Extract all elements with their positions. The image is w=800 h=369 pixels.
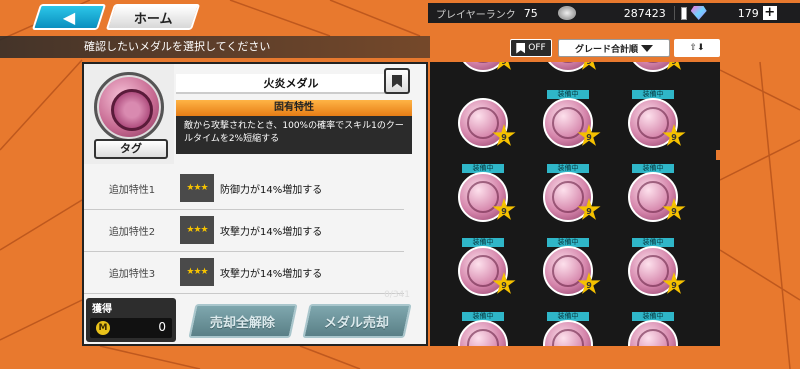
sell-medal-label: メダル売却 bbox=[324, 315, 390, 331]
home-label: ホーム bbox=[133, 11, 173, 27]
medal-grid-item[interactable]: 装備中9 bbox=[628, 238, 692, 298]
coin-counter bbox=[557, 6, 576, 20]
grade-value: 9 bbox=[671, 281, 677, 290]
trait-stars: ★★★ bbox=[180, 216, 214, 244]
trait-label: 追加特性3 bbox=[108, 268, 156, 280]
medal-grid-item[interactable]: 装備中9 bbox=[458, 164, 522, 224]
medal-grid-item[interactable]: 9 bbox=[543, 62, 607, 74]
trait-label: 追加特性2 bbox=[108, 226, 156, 238]
owned-field: M 0 bbox=[90, 318, 172, 338]
player-rank-label: プレイヤーランク bbox=[436, 9, 516, 21]
sort-order-icon: ⇧⬇ bbox=[689, 43, 705, 53]
unique-trait-description: 敵から攻撃されたとき、100%の確率でスキル1のクールタイムを2%短縮する bbox=[176, 116, 412, 154]
bookmark-filter-toggle[interactable]: OFF bbox=[510, 39, 552, 57]
unselect-all-button[interactable]: 売却全解除 bbox=[188, 304, 298, 338]
sell-medal-button[interactable]: メダル売却 bbox=[302, 304, 412, 338]
bookmark-filter-value: OFF bbox=[528, 43, 546, 53]
trait-row: 追加特性2 ★★★ 攻撃力が14%増加する bbox=[84, 212, 404, 252]
trait-label: 追加特性1 bbox=[108, 184, 156, 196]
bookmark-icon bbox=[392, 74, 402, 88]
grade-value: 9 bbox=[671, 207, 677, 216]
medal-grid-item[interactable]: 9 bbox=[628, 62, 692, 74]
medal-grid-item[interactable]: 9 bbox=[458, 62, 522, 74]
tag-button[interactable]: タグ bbox=[94, 139, 168, 159]
gauge-icon bbox=[680, 6, 687, 20]
back-button[interactable]: ◀ bbox=[31, 4, 107, 30]
grade-value: 9 bbox=[501, 207, 507, 216]
grade-value: 9 bbox=[671, 133, 677, 142]
medal-preview: タグ bbox=[84, 64, 174, 164]
owned-title: 獲得 bbox=[92, 304, 112, 315]
trait-row: 追加特性3 ★★★ 攻撃力が14%増加する bbox=[84, 254, 404, 294]
grade-value: 9 bbox=[586, 207, 592, 216]
medal-grid-item[interactable]: 装備中9 bbox=[543, 312, 607, 346]
grade-value: 9 bbox=[586, 62, 592, 66]
medal-grid-item[interactable]: 装備中9 bbox=[458, 238, 522, 298]
scroll-indicator[interactable] bbox=[716, 150, 720, 160]
medal-grid-item[interactable]: 9 bbox=[458, 90, 522, 150]
unselect-all-label: 売却全解除 bbox=[210, 315, 276, 331]
medal-coin-icon: M bbox=[96, 321, 110, 335]
gem-value: 179 bbox=[737, 6, 759, 20]
coin-value: 287423 bbox=[623, 6, 666, 20]
grade-value: 9 bbox=[586, 281, 592, 290]
instruction-text: 確認したいメダルを選択してください bbox=[0, 36, 430, 58]
trait-text: 防御力が14%増加する bbox=[220, 184, 323, 196]
add-gems-button[interactable]: + bbox=[762, 6, 777, 20]
player-status-bar: プレイヤーランク 75 287423 179 + bbox=[428, 3, 800, 23]
coin-icon bbox=[557, 6, 576, 20]
grade-value: 9 bbox=[671, 62, 677, 66]
sort-order-toggle[interactable]: ⇧⬇ bbox=[674, 39, 720, 57]
grade-value: 9 bbox=[501, 133, 507, 142]
unique-trait-header: 固有特性 bbox=[176, 100, 412, 116]
bookmark-icon bbox=[516, 42, 526, 54]
chevron-down-icon bbox=[641, 44, 653, 52]
medal-grid: 9999装備中9装備中9装備中9装備中9装備中9装備中9装備中9装備中9装備中9… bbox=[428, 62, 720, 346]
player-rank-value: 75 bbox=[523, 6, 538, 20]
owned-box: 獲得 M 0 bbox=[86, 298, 176, 342]
medal-thumbnail bbox=[458, 320, 508, 346]
back-arrow-icon: ◀ bbox=[62, 7, 76, 27]
trait-text: 攻撃力が14%増加する bbox=[220, 226, 323, 238]
medal-name: 火炎メダル bbox=[176, 74, 406, 94]
grade-value: 9 bbox=[586, 133, 592, 142]
medal-grid-item[interactable]: 装備中9 bbox=[628, 312, 692, 346]
grade-value: 9 bbox=[501, 281, 507, 290]
trait-row: 追加特性1 ★★★ 防御力が14%増加する bbox=[84, 170, 404, 210]
medal-grid-item[interactable]: 装備中9 bbox=[458, 312, 522, 346]
selected-count: 0/341 bbox=[384, 290, 410, 300]
gem-icon bbox=[690, 6, 707, 20]
medal-grid-item[interactable]: 装備中9 bbox=[543, 164, 607, 224]
divider bbox=[673, 6, 675, 20]
trait-stars: ★★★ bbox=[180, 258, 214, 286]
sort-dropdown-label: グレード合計順 bbox=[574, 44, 638, 55]
medal-grid-item[interactable]: 装備中9 bbox=[543, 238, 607, 298]
medal-image bbox=[94, 72, 164, 142]
grade-value: 9 bbox=[501, 62, 507, 66]
medal-thumbnail bbox=[628, 320, 678, 346]
sort-dropdown[interactable]: グレード合計順 bbox=[558, 39, 670, 57]
trait-text: 攻撃力が14%増加する bbox=[220, 268, 323, 280]
owned-value: 0 bbox=[158, 320, 166, 334]
home-button[interactable]: ホーム bbox=[105, 4, 201, 30]
medal-thumbnail bbox=[543, 320, 593, 346]
medal-grid-item[interactable]: 装備中9 bbox=[543, 90, 607, 150]
trait-stars: ★★★ bbox=[180, 174, 214, 202]
bottom-action-bar: 獲得 M 0 0/341 売却全解除 メダル売却 bbox=[82, 290, 428, 346]
medal-grid-item[interactable]: 装備中9 bbox=[628, 164, 692, 224]
medal-grid-item[interactable]: 装備中9 bbox=[628, 90, 692, 150]
bookmark-button[interactable] bbox=[384, 68, 410, 94]
